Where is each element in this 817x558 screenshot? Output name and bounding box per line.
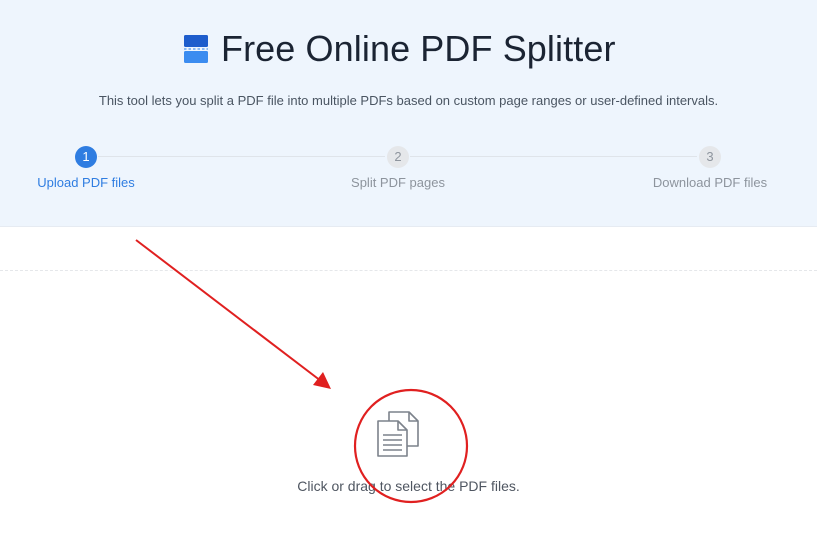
progress-stepper: 1 2 3 Upload PDF files Split PDF pages D… [0, 146, 817, 196]
step-3-indicator: 3 [699, 146, 721, 168]
page-title: Free Online PDF Splitter [221, 28, 616, 69]
step-1-label: Upload PDF files [37, 175, 135, 190]
step-connector [410, 156, 697, 157]
upload-prompt[interactable]: Click or drag to select the PDF files. [0, 477, 817, 495]
step-connector [98, 156, 385, 157]
tool-description: This tool lets you split a PDF file into… [98, 93, 719, 108]
step-2-indicator: 2 [387, 146, 409, 168]
hero-section: Free Online PDF Splitter This tool lets … [0, 0, 817, 227]
step-3-label: Download PDF files [652, 175, 768, 190]
files-icon[interactable] [376, 411, 420, 457]
pdf-split-logo-icon [184, 35, 208, 63]
title-row: Free Online PDF Splitter [183, 26, 616, 72]
step-1-indicator: 1 [75, 146, 97, 168]
step-2-label: Split PDF pages [351, 175, 445, 190]
